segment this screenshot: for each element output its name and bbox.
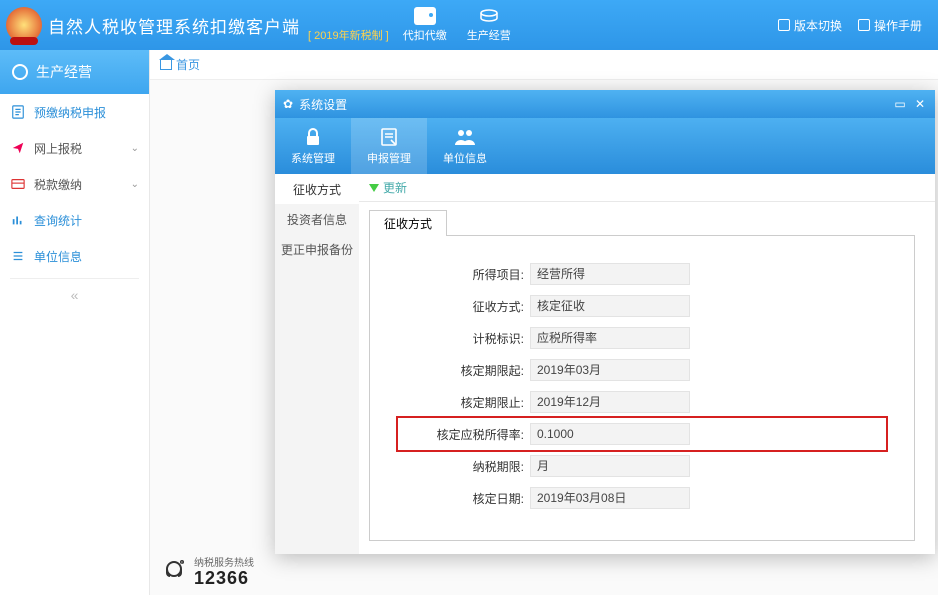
- sidebar-item-online[interactable]: 网上报税 ⌄: [0, 130, 149, 166]
- tab-unit[interactable]: 单位信息: [427, 118, 503, 174]
- update-bar[interactable]: 更新: [359, 174, 935, 202]
- sidebar-header-label: 生产经营: [36, 62, 92, 82]
- sidebar-header: 生产经营: [0, 50, 149, 94]
- app-title: 自然人税收管理系统扣缴客户端: [48, 13, 300, 38]
- menu-correction[interactable]: 更正申报备份: [275, 234, 359, 264]
- form-row: 核定应税所得率:0.1000: [400, 420, 884, 448]
- sidebar-label: 网上报税: [34, 140, 82, 157]
- top-bar: 自然人税收管理系统扣缴客户端 [ 2019年新税制 ] 代扣代缴 生产经营 版本…: [0, 0, 938, 50]
- form-value: 2019年03月08日: [530, 487, 690, 509]
- headset-icon: !: [160, 557, 188, 585]
- dialog-right-pane: 更新 征收方式 所得项目:经营所得征收方式:核定征收计税标识:应税所得率核定期限…: [359, 174, 935, 554]
- form-label: 核定日期:: [400, 490, 530, 507]
- update-label: 更新: [383, 179, 407, 196]
- people-icon: [427, 124, 503, 150]
- form-row: 纳税期限:月: [400, 452, 884, 480]
- collapse-sidebar[interactable]: «: [0, 283, 149, 307]
- list-icon: [10, 249, 26, 263]
- card-icon: [10, 177, 26, 191]
- form-label: 纳税期限:: [400, 458, 530, 475]
- menu-investor[interactable]: 投资者信息: [275, 204, 359, 234]
- chevron-down-icon: ⌄: [131, 179, 139, 190]
- breadcrumb: 首页: [150, 50, 938, 80]
- form-value: 2019年03月: [530, 359, 690, 381]
- form-row: 核定期限止:2019年12月: [400, 388, 884, 416]
- new-rule-badge: [ 2019年新税制 ]: [308, 27, 389, 43]
- home-icon: [160, 60, 172, 70]
- svg-text:!: !: [181, 561, 182, 567]
- form-row: 计税标识:应税所得率: [400, 324, 884, 352]
- edit-doc-icon: [351, 124, 427, 150]
- form-label: 所得项目:: [400, 266, 530, 283]
- sidebar-label: 税款缴纳: [34, 176, 82, 193]
- inner-tab-collection[interactable]: 征收方式: [369, 210, 447, 236]
- form-row: 所得项目:经营所得: [400, 260, 884, 288]
- manual-link[interactable]: 操作手册: [858, 17, 922, 34]
- hotline: ! 纳税服务热线 12366: [160, 554, 254, 587]
- sidebar: 生产经营 预缴纳税申报 网上报税 ⌄ 税款缴纳 ⌄ 查询统计 单位信息 «: [0, 50, 150, 595]
- maximize-icon[interactable]: ▭: [893, 97, 907, 111]
- form-label: 征收方式:: [400, 298, 530, 315]
- app-logo-icon: [6, 7, 42, 43]
- content-area: 首页 ✿ 系统设置 ▭ ✕ 系统管理 申报管理 单位信息: [150, 50, 938, 595]
- business-label: 生产经营: [467, 27, 511, 43]
- sidebar-label: 单位信息: [34, 248, 82, 265]
- divider: [10, 278, 139, 279]
- coins-icon: [478, 7, 500, 25]
- gear-icon: [12, 64, 28, 80]
- sidebar-label: 查询统计: [34, 212, 82, 229]
- dialog-left-menu: 征收方式 投资者信息 更正申报备份: [275, 174, 359, 554]
- dialog-title: 系统设置: [299, 96, 887, 113]
- sidebar-item-pay[interactable]: 税款缴纳 ⌄: [0, 166, 149, 202]
- close-icon[interactable]: ✕: [913, 97, 927, 111]
- menu-collection-mode[interactable]: 征收方式: [275, 174, 359, 204]
- wallet-icon: [414, 7, 436, 25]
- breadcrumb-home[interactable]: 首页: [176, 56, 200, 73]
- form-label: 计税标识:: [400, 330, 530, 347]
- form-label: 核定应税所得率:: [400, 426, 530, 443]
- sidebar-item-prepay[interactable]: 预缴纳税申报: [0, 94, 149, 130]
- tab-label: 申报管理: [351, 150, 427, 166]
- form-value: 应税所得率: [530, 327, 690, 349]
- form-row: 征收方式:核定征收: [400, 292, 884, 320]
- book-icon: [858, 19, 870, 31]
- plane-icon: [10, 141, 26, 155]
- download-icon: [369, 184, 379, 192]
- inner-tab: 征收方式: [369, 210, 935, 236]
- lock-icon: [275, 124, 351, 150]
- form-value: 月: [530, 455, 690, 477]
- doc-icon: [10, 105, 26, 119]
- dialog-tabs: 系统管理 申报管理 单位信息: [275, 118, 935, 174]
- sidebar-item-query[interactable]: 查询统计: [0, 202, 149, 238]
- sidebar-item-unit[interactable]: 单位信息: [0, 238, 149, 274]
- hotline-label: 纳税服务热线: [194, 554, 254, 569]
- tab-label: 系统管理: [275, 150, 351, 166]
- form-label: 核定期限止:: [400, 394, 530, 411]
- settings-dialog: ✿ 系统设置 ▭ ✕ 系统管理 申报管理 单位信息: [275, 90, 935, 554]
- withholding-label: 代扣代缴: [403, 27, 447, 43]
- chart-icon: [10, 213, 26, 227]
- tab-system[interactable]: 系统管理: [275, 118, 351, 174]
- manual-label: 操作手册: [874, 17, 922, 34]
- settings-icon: ✿: [283, 97, 293, 111]
- dialog-titlebar[interactable]: ✿ 系统设置 ▭ ✕: [275, 90, 935, 118]
- form-value: 2019年12月: [530, 391, 690, 413]
- withholding-tool[interactable]: 代扣代缴: [403, 7, 447, 43]
- form-value: 0.1000: [530, 423, 690, 445]
- tab-label: 单位信息: [427, 150, 503, 166]
- switch-icon: [778, 19, 790, 31]
- form-value: 核定征收: [530, 295, 690, 317]
- hotline-number: 12366: [194, 569, 254, 587]
- form-box: 所得项目:经营所得征收方式:核定征收计税标识:应税所得率核定期限起:2019年0…: [369, 235, 915, 541]
- chevron-down-icon: ⌄: [131, 143, 139, 154]
- business-tool[interactable]: 生产经营: [467, 7, 511, 43]
- form-row: 核定期限起:2019年03月: [400, 356, 884, 384]
- version-switch-link[interactable]: 版本切换: [778, 17, 842, 34]
- sidebar-label: 预缴纳税申报: [34, 104, 106, 121]
- tab-declare[interactable]: 申报管理: [351, 118, 427, 174]
- version-switch-label: 版本切换: [794, 17, 842, 34]
- form-label: 核定期限起:: [400, 362, 530, 379]
- form-row: 核定日期:2019年03月08日: [400, 484, 884, 512]
- form-value: 经营所得: [530, 263, 690, 285]
